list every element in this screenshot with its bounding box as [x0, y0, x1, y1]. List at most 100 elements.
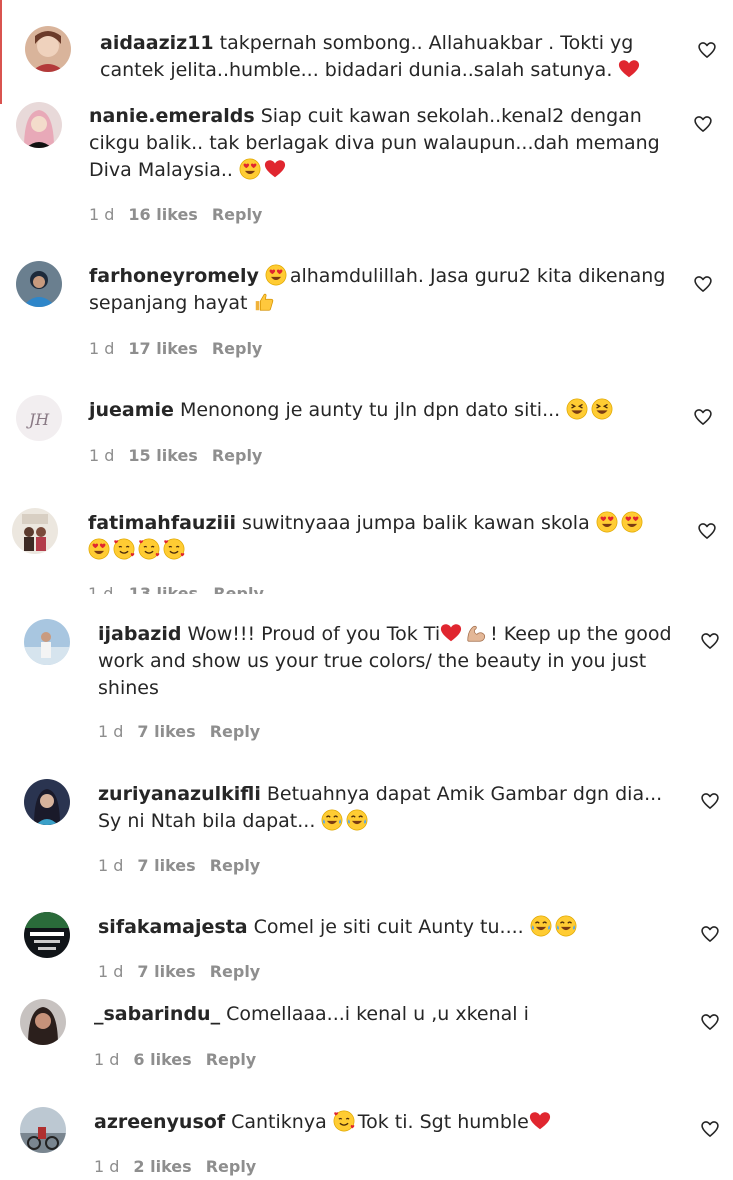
- comment-time: 1 d: [88, 584, 114, 594]
- comment-likes[interactable]: 7 likes: [137, 856, 195, 875]
- comment-username[interactable]: zuriyanazulkifli: [98, 783, 261, 805]
- comment-username[interactable]: _sabarindu_: [94, 1003, 220, 1025]
- tears-of-joy-icon: [321, 809, 343, 831]
- comment-meta: 1 d 7 likes Reply: [98, 856, 274, 875]
- like-heart-icon[interactable]: [700, 791, 720, 811]
- heart-eyes-icon: [265, 264, 287, 286]
- like-heart-icon[interactable]: [693, 274, 713, 294]
- comment-time: 1 d: [98, 856, 124, 875]
- comment-username[interactable]: ijabazid: [98, 623, 181, 645]
- comment-body: Comellaaa...i kenal u ,u xkenal i: [226, 1003, 529, 1025]
- reply-button[interactable]: Reply: [212, 205, 263, 224]
- comment-likes[interactable]: 7 likes: [137, 722, 195, 741]
- comment-body: Cantiknya: [231, 1111, 327, 1133]
- tears-of-joy-icon: [555, 915, 577, 937]
- heart-eyes-icon: [88, 538, 110, 560]
- comment-username[interactable]: farhoneyromely: [89, 265, 259, 287]
- comment-text: aidaaziz11 takpernah sombong.. Allahuakba…: [100, 30, 670, 84]
- laughing-icon: [591, 398, 613, 420]
- avatar[interactable]: [25, 26, 71, 72]
- avatar[interactable]: [12, 508, 58, 554]
- tears-of-joy-icon: [530, 915, 552, 937]
- avatar[interactable]: [24, 912, 70, 958]
- heart-eyes-icon: [621, 511, 643, 533]
- avatar[interactable]: [20, 1107, 66, 1153]
- smiling-hearts-icon: [113, 538, 135, 560]
- comment-text: jueamie Menonong je aunty tu jln dpn dato…: [89, 397, 669, 424]
- like-heart-icon[interactable]: [697, 521, 717, 541]
- smiling-hearts-icon: [163, 538, 185, 560]
- reply-button[interactable]: Reply: [210, 856, 261, 875]
- reply-button[interactable]: Reply: [206, 1050, 257, 1069]
- comment-meta: 1 d 13 likes Reply: [88, 584, 288, 594]
- red-heart-icon: [618, 58, 640, 80]
- comment-username[interactable]: sifakamajesta: [98, 916, 248, 938]
- comment-text: nanie.emeralds Siap cuit kawan sekolah..k…: [89, 103, 669, 184]
- comment-likes[interactable]: 13 likes: [129, 584, 198, 594]
- comment-likes[interactable]: 7 likes: [137, 962, 195, 981]
- heart-eyes-icon: [596, 511, 618, 533]
- comment-meta: 1 d 7 likes Reply: [98, 962, 274, 981]
- comment-meta: 1 d 7 likes Reply: [98, 722, 274, 741]
- smiling-hearts-icon: [333, 1110, 355, 1132]
- comment-likes[interactable]: 16 likes: [128, 205, 197, 224]
- comment-time: 1 d: [89, 446, 115, 465]
- comment-time: 1 d: [94, 1050, 120, 1069]
- like-heart-icon[interactable]: [700, 631, 720, 651]
- comment-username[interactable]: aidaaziz11: [100, 32, 214, 54]
- comment-username[interactable]: nanie.emeralds: [89, 105, 255, 127]
- comment-text: _sabarindu_ Comellaaa...i kenal u ,u xken…: [94, 1001, 674, 1028]
- tears-of-joy-icon: [346, 809, 368, 831]
- comment-likes[interactable]: 2 likes: [133, 1157, 191, 1176]
- reply-button[interactable]: Reply: [206, 1157, 257, 1176]
- comment-time: 1 d: [94, 1157, 120, 1176]
- comment-text: zuriyanazulkifli Betuahnya dapat Amik Gam…: [98, 781, 678, 835]
- comment-text: sifakamajesta Comel je siti cuit Aunty tu…: [98, 914, 678, 941]
- reply-button[interactable]: Reply: [212, 339, 263, 358]
- comment-meta: 1 d 2 likes Reply: [94, 1157, 270, 1176]
- reply-button[interactable]: Reply: [210, 722, 261, 741]
- comment-username[interactable]: azreenyusof: [94, 1111, 225, 1133]
- reply-button[interactable]: Reply: [210, 962, 261, 981]
- like-heart-icon[interactable]: [700, 1012, 720, 1032]
- comment-body: Comel je siti cuit Aunty tu....: [253, 916, 524, 938]
- like-heart-icon[interactable]: [693, 114, 713, 134]
- comment-text: azreenyusof Cantiknya Tok ti. Sgt humble: [94, 1109, 674, 1136]
- comment-text: ijabazid Wow!!! Proud of you Tok Ti! Keep…: [98, 621, 678, 702]
- smiling-hearts-icon: [138, 538, 160, 560]
- comment-time: 1 d: [89, 205, 115, 224]
- comment-likes[interactable]: 15 likes: [128, 446, 197, 465]
- comment-username[interactable]: fatimahfauziii: [88, 512, 236, 534]
- avatar[interactable]: [24, 779, 70, 825]
- comment-meta: 1 d 17 likes Reply: [89, 339, 276, 358]
- comment-time: 1 d: [89, 339, 115, 358]
- like-heart-icon[interactable]: [693, 407, 713, 427]
- avatar[interactable]: [24, 619, 70, 665]
- flexed-biceps-icon: [465, 622, 487, 644]
- reply-button[interactable]: Reply: [213, 584, 264, 594]
- red-heart-icon: [529, 1110, 551, 1132]
- avatar[interactable]: [16, 102, 62, 148]
- avatar[interactable]: [16, 261, 62, 307]
- laughing-icon: [566, 398, 588, 420]
- like-heart-icon[interactable]: [700, 1119, 720, 1139]
- comment-likes[interactable]: 17 likes: [128, 339, 197, 358]
- comment-meta: 1 d 6 likes Reply: [94, 1050, 270, 1069]
- like-heart-icon[interactable]: [697, 40, 717, 60]
- thumbs-up-icon: [253, 291, 275, 313]
- comment-text: farhoneyromely alhamdulillah. Jasa guru2 …: [89, 263, 669, 317]
- comment-time: 1 d: [98, 722, 124, 741]
- avatar[interactable]: JH: [16, 395, 62, 441]
- comment-text: fatimahfauziii suwitnyaaa jumpa balik kaw…: [88, 510, 668, 564]
- comment-body-continued: Tok ti. Sgt humble: [357, 1111, 529, 1133]
- comment-username[interactable]: jueamie: [89, 399, 174, 421]
- like-heart-icon[interactable]: [700, 924, 720, 944]
- comment-meta: 1 d 16 likes Reply: [89, 205, 276, 224]
- comment-likes[interactable]: 6 likes: [133, 1050, 191, 1069]
- heart-eyes-icon: [239, 158, 261, 180]
- red-heart-icon: [264, 158, 286, 180]
- reply-button[interactable]: Reply: [212, 446, 263, 465]
- comment-meta: 1 d 15 likes Reply: [89, 446, 276, 465]
- avatar[interactable]: [20, 999, 66, 1045]
- comment-body: Menonong je aunty tu jln dpn dato siti..…: [179, 399, 561, 421]
